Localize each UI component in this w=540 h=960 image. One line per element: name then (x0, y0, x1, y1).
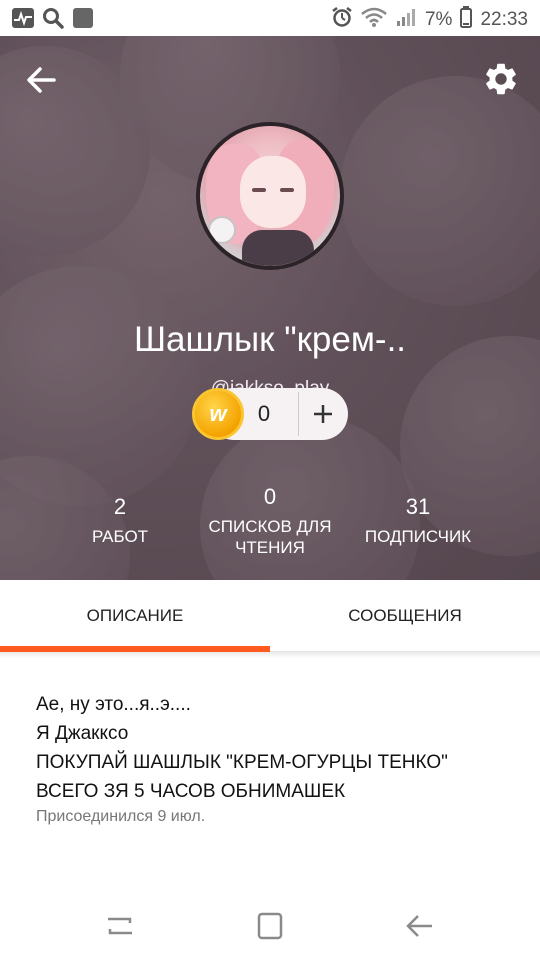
recent-apps-icon (108, 917, 132, 935)
display-name: Шашлык "крем-.. (133, 320, 407, 359)
description-line: Я Джакксо (36, 723, 129, 744)
profile-description: Ае, ну это...я..э.... Я Джакксо ПОКУПАЙ … (36, 690, 516, 806)
gear-icon (486, 63, 516, 95)
avatar-ball (208, 216, 236, 244)
back-icon (406, 915, 432, 937)
signal-icon (395, 6, 417, 34)
coin-count: 0 (257, 401, 271, 426)
back-nav-button[interactable] (400, 910, 440, 942)
avatar[interactable] (196, 122, 344, 270)
search-icon (42, 7, 64, 34)
divider (298, 392, 299, 436)
description-line: ПОКУПАЙ ШАШЛЫК "КРЕМ-ОГУРЦЫ ТЕНКО" (36, 752, 448, 773)
stat-value: 2 (113, 494, 127, 519)
app-icon (72, 7, 94, 34)
avatar-eye (280, 188, 294, 192)
add-coins-button[interactable] (300, 388, 346, 440)
joined-date: Присоединился 9 июл. (36, 808, 206, 825)
status-bar: 7% 22:33 (0, 0, 540, 36)
stat-label: РАБОТ (91, 527, 149, 546)
stat-followers[interactable]: 31 ПОДПИСЧИК (356, 494, 480, 547)
battery-icon (460, 6, 473, 34)
recent-apps-button[interactable] (100, 910, 140, 942)
home-icon (257, 912, 283, 940)
system-nav-bar (0, 888, 540, 960)
coin-widget: w 0 (192, 388, 348, 440)
avatar-face (240, 156, 306, 228)
battery-percent: 7% (424, 9, 453, 30)
profile-stats: 2 РАБОТ 0 СПИСКОВ ДЛЯ ЧТЕНИЯ 31 ПОДПИСЧИ… (0, 484, 540, 570)
stat-reading-lists[interactable]: 0 СПИСКОВ ДЛЯ ЧТЕНИЯ (196, 484, 344, 558)
wattpad-coin-icon: w (192, 388, 244, 440)
avatar-eye (252, 188, 266, 192)
wifi-icon (361, 6, 387, 34)
profile-tabs: ОПИСАНИЕ СООБЩЕНИЯ (0, 580, 540, 652)
stat-value: 31 (405, 494, 431, 519)
clock: 22:33 (480, 9, 528, 30)
tab-messages[interactable]: СООБЩЕНИЯ (270, 580, 540, 652)
activity-icon (12, 8, 34, 33)
plus-icon (314, 405, 332, 423)
settings-button[interactable] (482, 60, 520, 98)
stat-label: ПОДПИСЧИК (364, 527, 472, 546)
tab-description[interactable]: ОПИСАНИЕ (0, 580, 270, 652)
arrow-left-icon (27, 67, 56, 93)
home-button[interactable] (250, 910, 290, 942)
avatar-body (242, 230, 314, 266)
tabs-shadow (0, 652, 540, 658)
alarm-icon (331, 6, 353, 34)
coin-letter: w (209, 401, 227, 426)
description-line: Ае, ну это...я..э.... (36, 694, 191, 715)
stat-works[interactable]: 2 РАБОТ (60, 494, 180, 547)
stat-label: СПИСКОВ ДЛЯ ЧТЕНИЯ (208, 517, 332, 557)
description-line: ВСЕГО ЗЯ 5 ЧАСОВ ОБНИМАШЕК (36, 781, 346, 802)
stat-value: 0 (263, 484, 277, 509)
profile-header: Шашлык "крем-.. @jakkso_play w 0 2 РАБОТ… (0, 36, 540, 580)
back-button[interactable] (24, 62, 60, 98)
